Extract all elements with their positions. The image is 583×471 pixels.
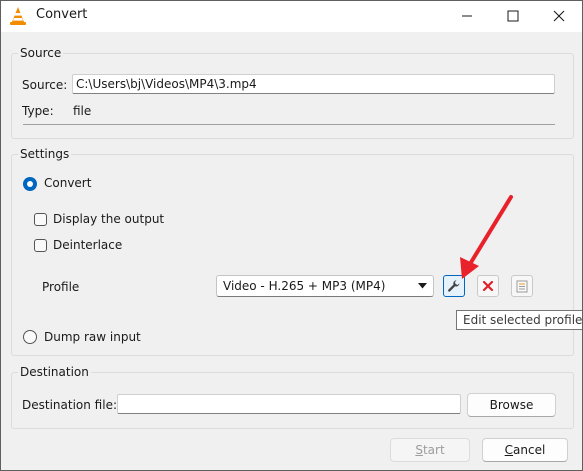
annotation-arrow-shaft: [468, 195, 513, 266]
convert-dialog: Convert Source Source: Type: file Settin…: [0, 0, 583, 471]
annotation-arrow: [460, 195, 513, 279]
annotation-arrow-head: [460, 257, 479, 279]
